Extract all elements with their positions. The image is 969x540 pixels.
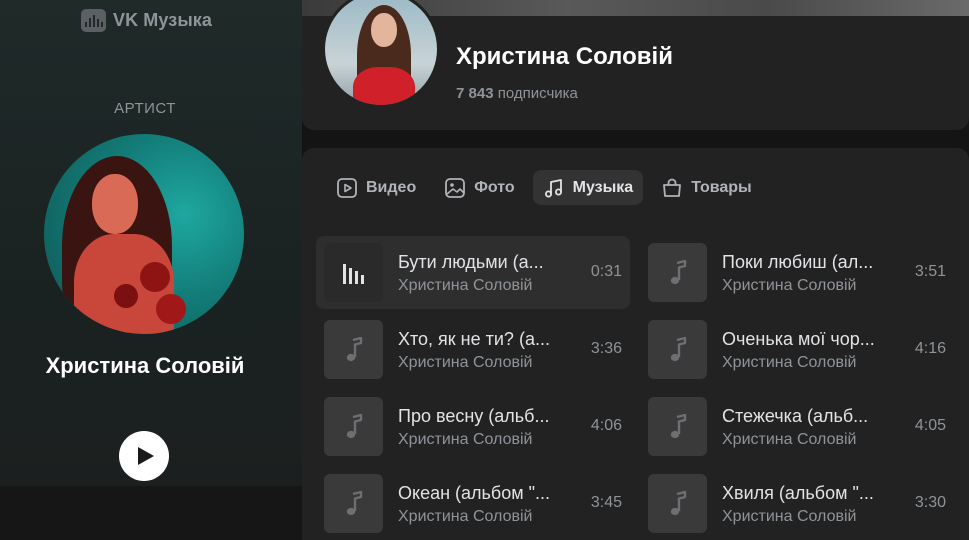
track-duration: 3:30 [914, 494, 946, 511]
music-note-icon [346, 413, 362, 438]
video-icon [337, 177, 357, 198]
profile-name[interactable]: Христина Соловій [456, 43, 673, 71]
track-title: Бути людьми (а... [398, 252, 544, 272]
music-note-icon [670, 490, 686, 515]
track-duration: 3:51 [914, 263, 946, 280]
track-item[interactable]: Океан (альбом "... Христина Соловій 3:45 [316, 467, 630, 540]
tab-goods[interactable]: Товары [651, 170, 762, 205]
content-tabs: Видео Фото Музыка Товары [326, 170, 762, 205]
track-artist[interactable]: Христина Соловій [722, 431, 887, 449]
track-item[interactable]: Стежечка (альб... Христина Соловій 4:05 [640, 390, 954, 463]
artist-name: Христина Соловій [45, 353, 245, 378]
track-cover[interactable] [324, 320, 383, 379]
play-icon [137, 447, 154, 465]
track-title: Хвиля (альбом "... [722, 483, 874, 503]
track-duration: 4:06 [590, 417, 622, 434]
track-item[interactable]: Хто, як не ти? (а... Христина Соловій 3:… [316, 313, 630, 386]
track-artist[interactable]: Христина Соловій [722, 354, 887, 372]
artist-caption: АРТИСТ [114, 100, 176, 117]
brand-name: VK Музыка [113, 10, 213, 30]
track-title: Хто, як не ти? (а... [398, 329, 550, 349]
shopping-bag-icon [663, 178, 682, 197]
brand-logo[interactable]: VK Музыка [81, 9, 212, 32]
track-item[interactable]: Про весну (альб... Христина Соловій 4:06 [316, 390, 630, 463]
track-artist[interactable]: Христина Соловій [398, 508, 563, 526]
track-duration: 3:36 [590, 340, 622, 357]
track-cover[interactable] [648, 243, 707, 302]
track-artist[interactable]: Христина Соловій [722, 508, 887, 526]
music-note-icon [346, 490, 362, 515]
play-button[interactable] [119, 431, 169, 481]
track-artist[interactable]: Христина Соловій [398, 277, 563, 295]
tab-photo-label: Фото [474, 178, 515, 196]
track-duration: 4:16 [914, 340, 946, 357]
tab-photo[interactable]: Фото [434, 170, 524, 205]
track-item[interactable]: Поки любиш (ал... Христина Соловій 3:51 [640, 236, 954, 309]
tab-video-label: Видео [366, 178, 417, 196]
music-note-icon [670, 336, 686, 361]
tab-video[interactable]: Видео [326, 170, 426, 205]
track-title: Поки любиш (ал... [722, 252, 874, 272]
music-note-icon [670, 259, 686, 284]
track-artist[interactable]: Христина Соловій [722, 277, 887, 295]
track-cover[interactable] [648, 474, 707, 533]
track-title: Про весну (альб... [398, 406, 550, 426]
sidebar-footer [0, 486, 302, 540]
track-cover[interactable] [648, 397, 707, 456]
tab-music[interactable]: Музыка [532, 170, 644, 205]
track-item[interactable]: Оченька мої чор... Христина Соловій 4:16 [640, 313, 954, 386]
photo-icon [445, 177, 466, 198]
track-title: Океан (альбом "... [398, 483, 551, 503]
tab-music-label: Музыка [572, 178, 634, 196]
track-item[interactable]: Хвиля (альбом "... Христина Соловій 3:30 [640, 467, 954, 540]
music-note-icon [670, 413, 686, 438]
subscriber-count: 7 843 подписчика [456, 85, 578, 102]
profile-avatar[interactable] [322, 0, 440, 108]
tab-goods-label: Товары [691, 178, 752, 196]
track-cover[interactable] [324, 474, 383, 533]
track-cover[interactable] [324, 243, 383, 302]
track-cover[interactable] [648, 320, 707, 379]
equalizer-icon [342, 263, 364, 284]
track-artist[interactable]: Христина Соловій [398, 431, 563, 449]
track-duration: 3:45 [590, 494, 622, 511]
track-title: Стежечка (альб... [722, 406, 869, 426]
track-title: Оченька мої чор... [722, 329, 875, 349]
track-list: Бути людьми (а... Христина Соловій 0:31 … [316, 236, 962, 540]
track-artist[interactable]: Христина Соловій [398, 354, 563, 372]
subscriber-number: 7 843 [456, 85, 494, 102]
vk-music-icon [81, 9, 106, 32]
track-duration: 4:05 [914, 417, 946, 434]
track-duration: 0:31 [590, 263, 622, 280]
track-cover[interactable] [324, 397, 383, 456]
subscriber-label: подписчика [497, 85, 578, 102]
music-note-icon [346, 336, 362, 361]
track-item[interactable]: Бути людьми (а... Христина Соловій 0:31 [316, 236, 630, 309]
music-note-icon [544, 178, 562, 197]
artist-sidebar: VK Музыка АРТИСТ Христина Соловій [0, 0, 302, 486]
artist-photo [44, 134, 244, 334]
